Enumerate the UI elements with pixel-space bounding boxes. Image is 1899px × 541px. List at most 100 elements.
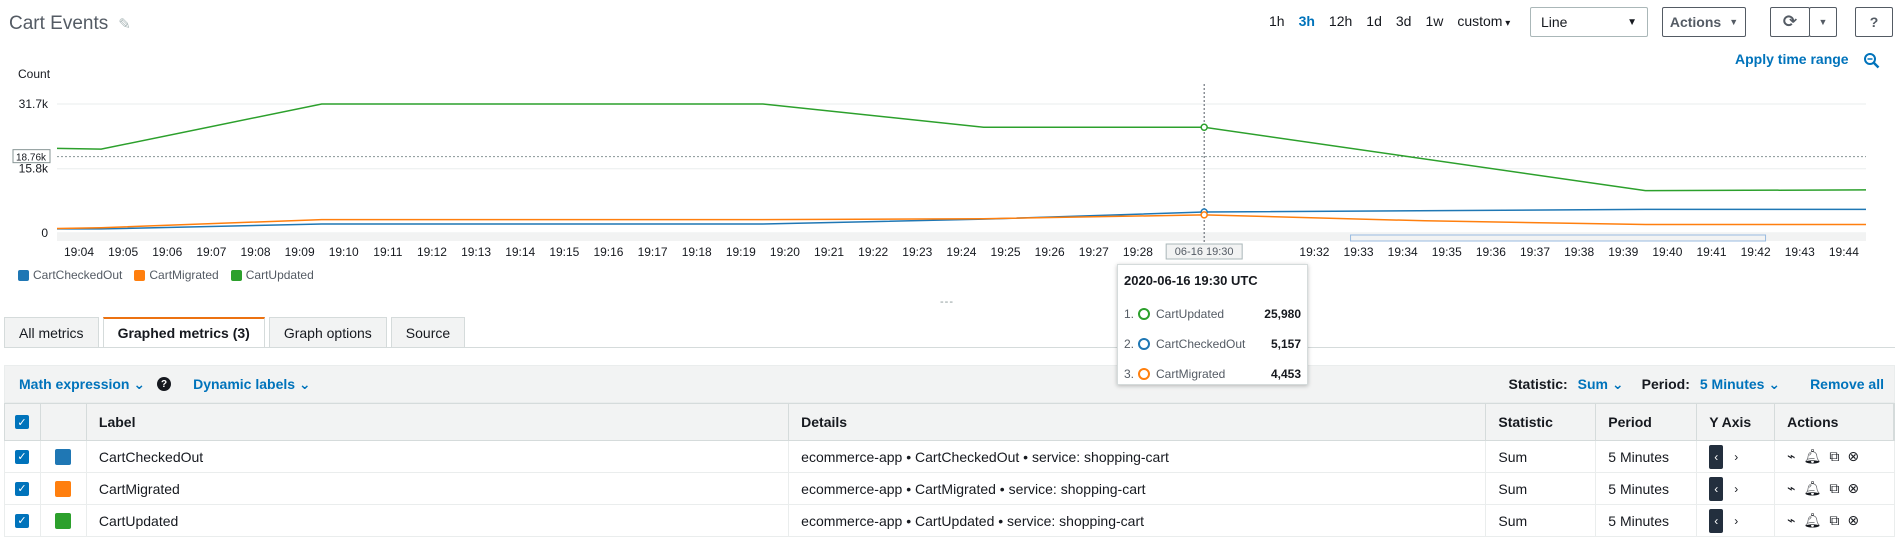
- duplicate-icon[interactable]: ⧉: [1829, 512, 1839, 529]
- time-range-1h[interactable]: 1h: [1262, 13, 1292, 29]
- pencil-icon[interactable]: ✎: [118, 15, 131, 33]
- row-period[interactable]: 5 Minutes: [1596, 473, 1698, 504]
- duplicate-icon[interactable]: ⧉: [1829, 480, 1839, 497]
- header-details[interactable]: Details: [789, 404, 1487, 440]
- row-label[interactable]: CartMigrated: [87, 473, 790, 504]
- tab-graphed-metrics[interactable]: Graphed metrics (3): [102, 317, 265, 347]
- legend-item-cartcheckedout[interactable]: CartCheckedOut: [18, 268, 122, 282]
- actions-button[interactable]: Actions ▼: [1662, 7, 1746, 37]
- y-axis-label: Count: [18, 67, 51, 81]
- y-tick-label: 31.7k: [19, 97, 49, 111]
- row-statistic[interactable]: Sum: [1486, 473, 1597, 504]
- remove-icon[interactable]: ⊗: [1847, 448, 1859, 465]
- chart-legend: CartCheckedOut CartMigrated CartUpdated: [18, 268, 314, 282]
- tab-source[interactable]: Source: [390, 317, 466, 347]
- row-checkbox[interactable]: ✓: [15, 513, 29, 528]
- remove-icon[interactable]: ⊗: [1847, 512, 1859, 529]
- x-tick-label: 19:35: [1432, 245, 1462, 259]
- tooltip-title: 2020-06-16 19:30 UTC: [1124, 273, 1258, 288]
- resize-handle[interactable]: ---: [940, 296, 954, 308]
- x-tick-label: 19:37: [1520, 245, 1550, 259]
- legend-label: CartUpdated: [245, 268, 314, 282]
- x-tick-label: 19:33: [1344, 245, 1374, 259]
- x-tick-label: 19:14: [505, 245, 535, 259]
- line-chart[interactable]: Count 31.7k 15.8k 0 18.76k 19:04 19:05 19:06 19:…: [0, 60, 1899, 280]
- chevron-down-icon: [295, 376, 311, 392]
- row-label[interactable]: CartUpdated: [87, 505, 790, 536]
- row-checkbox[interactable]: ✓: [15, 449, 29, 464]
- time-range-3h[interactable]: 3h: [1292, 13, 1322, 29]
- tooltip-row: 1. CartUpdated 25,980: [1124, 299, 1301, 329]
- help-circle-icon[interactable]: ?: [157, 377, 172, 391]
- time-range-3d[interactable]: 3d: [1389, 13, 1419, 29]
- graph-metric-icon[interactable]: ⌁: [1787, 512, 1795, 529]
- tooltip-series-value: 5,157: [1270, 337, 1301, 351]
- widget-title-text: Cart Events: [9, 13, 109, 34]
- row-checkbox[interactable]: ✓: [15, 481, 29, 496]
- time-range-1d[interactable]: 1d: [1359, 13, 1389, 29]
- series-color-swatch[interactable]: [55, 512, 72, 529]
- y-tick-label: 15.8k: [19, 162, 49, 176]
- x-tick-label: 19:12: [417, 245, 447, 259]
- header-statistic[interactable]: Statistic: [1486, 404, 1597, 440]
- x-tick-label: 19:11: [373, 245, 402, 259]
- row-statistic[interactable]: Sum: [1486, 441, 1597, 472]
- row-statistic[interactable]: Sum: [1486, 505, 1597, 536]
- y-axis-right-icon[interactable]: ›: [1729, 477, 1743, 501]
- x-tick-label: 19:42: [1741, 245, 1771, 259]
- graph-metric-icon[interactable]: ⌁: [1787, 448, 1795, 465]
- bell-icon[interactable]: 🔔︎: [1804, 480, 1822, 497]
- y-axis-right-icon[interactable]: ›: [1729, 445, 1743, 469]
- table-row: ✓ CartMigrated ecommerce-app • CartMigra…: [4, 473, 1895, 505]
- chart-type-select[interactable]: Line ▼: [1530, 7, 1648, 37]
- tab-bar: All metrics Graphed metrics (3) Graph op…: [4, 317, 466, 347]
- x-tick-label: 19:05: [108, 245, 138, 259]
- series-color-swatch[interactable]: [55, 448, 72, 465]
- statistic-dropdown[interactable]: Sum: [1578, 376, 1624, 393]
- math-expression-dropdown[interactable]: Math expression: [19, 376, 145, 393]
- header-label[interactable]: Label: [87, 404, 790, 440]
- row-label[interactable]: CartCheckedOut: [87, 441, 790, 472]
- x-tick-label: 19:15: [549, 245, 579, 259]
- series-line-cartmigrated: [56, 214, 1866, 230]
- header-period[interactable]: Period: [1596, 404, 1698, 440]
- y-axis-right-icon[interactable]: ›: [1729, 509, 1743, 533]
- tab-graph-options[interactable]: Graph options: [268, 317, 387, 347]
- math-expression-label: Math expression: [19, 375, 130, 392]
- tooltip-index: 1.: [1124, 307, 1135, 321]
- bell-icon[interactable]: 🔔︎: [1804, 512, 1822, 529]
- y-axis-left-icon[interactable]: ‹: [1709, 444, 1724, 469]
- x-tick-label: 19:23: [902, 245, 932, 259]
- help-button[interactable]: ?: [1855, 7, 1893, 37]
- statistic-value: Sum: [1577, 375, 1608, 392]
- select-all-checkbox[interactable]: ✓: [15, 415, 29, 429]
- series-color-swatch[interactable]: [55, 480, 72, 497]
- time-range-custom[interactable]: custom: [1450, 13, 1517, 29]
- y-axis-left-icon[interactable]: ‹: [1709, 508, 1724, 533]
- y-axis-left-icon[interactable]: ‹: [1709, 476, 1724, 501]
- duplicate-icon[interactable]: ⧉: [1829, 448, 1839, 465]
- remove-icon[interactable]: ⊗: [1847, 480, 1859, 497]
- tab-all-metrics[interactable]: All metrics: [4, 317, 99, 347]
- row-details: ecommerce-app • CartMigrated • service: …: [789, 473, 1487, 504]
- series-line-cartupdated: [56, 103, 1867, 192]
- refresh-button[interactable]: ⟳: [1770, 7, 1810, 37]
- period-dropdown[interactable]: 5 Minutes: [1700, 376, 1780, 393]
- row-period[interactable]: 5 Minutes: [1596, 505, 1698, 536]
- x-tick-label: 19:22: [858, 245, 888, 259]
- bell-icon[interactable]: 🔔︎: [1804, 448, 1822, 465]
- cursor-x-label: 06-16 19:30: [1175, 246, 1234, 258]
- remove-all-link[interactable]: Remove all: [1810, 376, 1884, 392]
- graph-metric-icon[interactable]: ⌁: [1787, 480, 1795, 497]
- dynamic-labels-dropdown[interactable]: Dynamic labels: [193, 376, 311, 393]
- row-period[interactable]: 5 Minutes: [1596, 441, 1698, 472]
- header-actions: Actions: [1775, 404, 1894, 440]
- refresh-options-button[interactable]: ▼: [1809, 7, 1837, 37]
- time-range-1w[interactable]: 1w: [1418, 13, 1450, 29]
- legend-item-cartmigrated[interactable]: CartMigrated: [134, 268, 219, 282]
- cursor-point-cartupdated: [1200, 123, 1208, 132]
- table-header: ✓ Label Details Statistic Period Y Axis …: [4, 403, 1895, 441]
- time-range-12h[interactable]: 12h: [1322, 13, 1359, 29]
- legend-item-cartupdated[interactable]: CartUpdated: [230, 268, 314, 282]
- cursor-point-cartmigrated: [1200, 211, 1208, 219]
